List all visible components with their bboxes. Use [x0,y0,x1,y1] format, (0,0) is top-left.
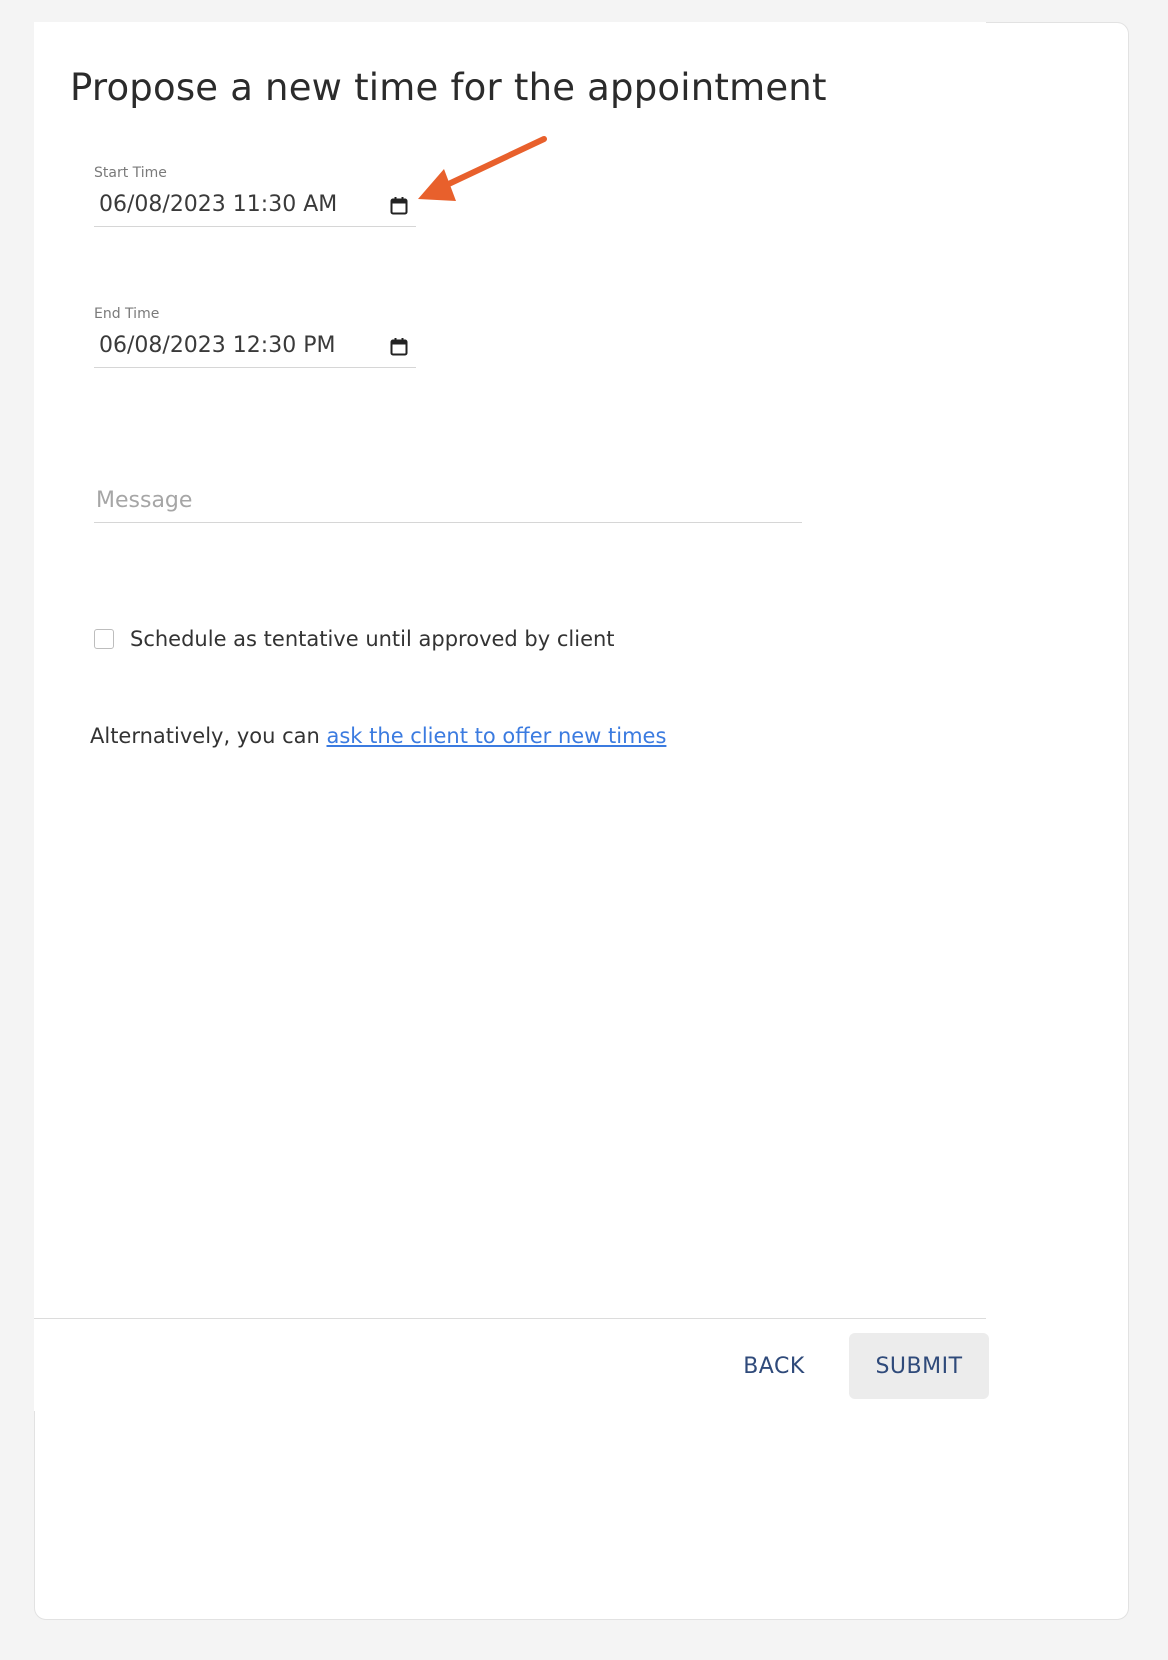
submit-button[interactable]: SUBMIT [849,1333,989,1399]
end-time-value: 06/08/2023 12:30 PM [99,333,336,358]
start-time-input[interactable]: 06/08/2023 11:30 AM [94,187,416,227]
propose-time-dialog: Propose a new time for the appointment S… [34,22,989,1411]
footer-divider [34,1318,986,1319]
tentative-checkbox-row[interactable]: Schedule as tentative until approved by … [94,627,615,651]
calendar-icon[interactable] [389,337,409,357]
end-time-label: End Time [94,306,160,322]
arrow-icon [418,136,547,201]
ask-client-link[interactable]: ask the client to offer new times [327,724,667,748]
start-time-value: 06/08/2023 11:30 AM [99,192,338,217]
start-time-label: Start Time [94,165,167,181]
alternative-text: Alternatively, you can ask the client to… [90,724,666,748]
end-time-input[interactable]: 06/08/2023 12:30 PM [94,328,416,368]
back-button[interactable]: BACK [729,1333,819,1399]
message-field [94,478,802,523]
message-input[interactable] [94,478,802,522]
tentative-checkbox-label: Schedule as tentative until approved by … [130,627,615,651]
dialog-title: Propose a new time for the appointment [70,66,827,109]
alternative-prefix: Alternatively, you can [90,724,327,748]
tentative-checkbox[interactable] [94,629,114,649]
